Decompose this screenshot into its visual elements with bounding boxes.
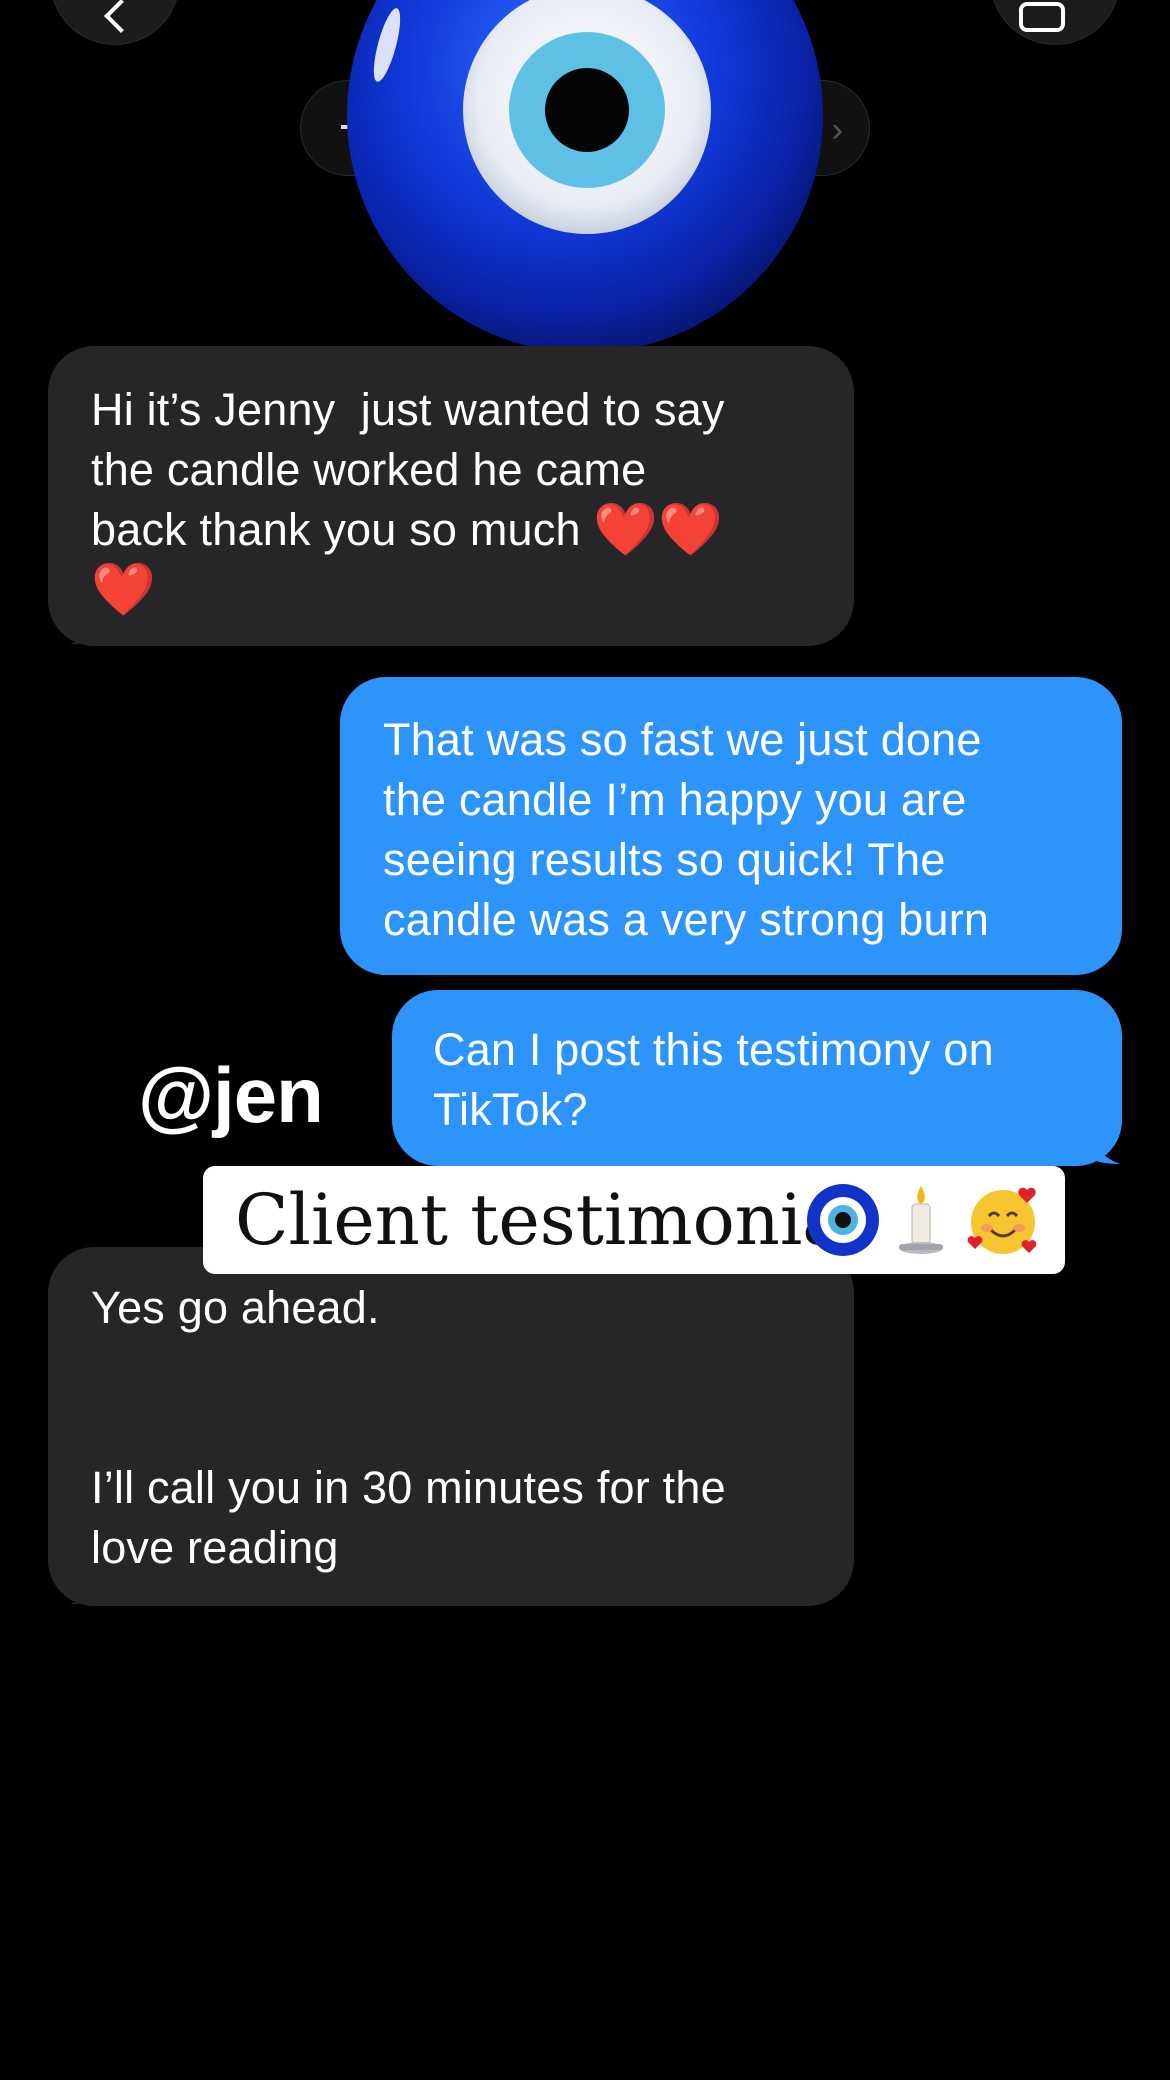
message-line: Hi it’s Jenny just wanted to say bbox=[91, 384, 725, 435]
bubble-tail bbox=[1082, 1130, 1120, 1164]
message-line: love reading bbox=[91, 1522, 339, 1573]
heart-emoji: ❤️ bbox=[91, 561, 156, 619]
received-message-bubble[interactable]: Yes go ahead. ​ ​ I’ll call you in 30 mi… bbox=[48, 1247, 854, 1606]
nazar-amulet-icon bbox=[807, 1184, 879, 1256]
video-camera-icon bbox=[1019, 2, 1065, 32]
message-line: candle was a very strong burn bbox=[383, 894, 990, 945]
caption-text: Client testimonial bbox=[235, 1179, 867, 1261]
message-line: ​ bbox=[91, 1398, 810, 1458]
message-line: I’ll call you in 30 minutes for the bbox=[91, 1462, 726, 1513]
message-line: That was so fast we just done bbox=[383, 714, 982, 765]
chevron-right-icon: › bbox=[831, 111, 843, 149]
message-line: Can I post this testimony on bbox=[433, 1024, 994, 1075]
candle-icon bbox=[899, 1186, 943, 1254]
message-line: back thank you so much bbox=[91, 504, 581, 555]
received-message-bubble[interactable]: Hi it’s Jenny just wanted to say the can… bbox=[48, 346, 854, 646]
bubble-tail bbox=[70, 610, 108, 644]
heart-emoji: ❤️ bbox=[658, 501, 724, 559]
message-line: seeing results so quick! The bbox=[383, 834, 946, 885]
heart-emoji: ❤️ bbox=[593, 501, 659, 559]
user-handle-overlay: @jen bbox=[138, 1051, 324, 1139]
message-line: the candle I’m happy you are bbox=[383, 774, 967, 825]
sent-message-bubble[interactable]: Can I post this testimony on TikTok? bbox=[392, 990, 1122, 1166]
sent-message-bubble[interactable]: That was so fast we just done the candle… bbox=[340, 677, 1122, 975]
smiling-face-with-hearts-icon bbox=[967, 1187, 1037, 1254]
bubble-tail bbox=[70, 1570, 108, 1604]
back-button[interactable] bbox=[50, 0, 180, 45]
video-call-button[interactable] bbox=[990, 0, 1120, 45]
message-line: ​ bbox=[91, 1338, 810, 1398]
chevron-left-icon bbox=[104, 0, 138, 33]
message-line: the candle worked he came bbox=[91, 444, 647, 495]
evil-eye-avatar bbox=[347, 0, 823, 353]
message-line: Yes go ahead. bbox=[91, 1282, 380, 1333]
caption-sticker: Client testimonial bbox=[203, 1166, 1065, 1274]
message-line: TikTok? bbox=[433, 1084, 588, 1135]
